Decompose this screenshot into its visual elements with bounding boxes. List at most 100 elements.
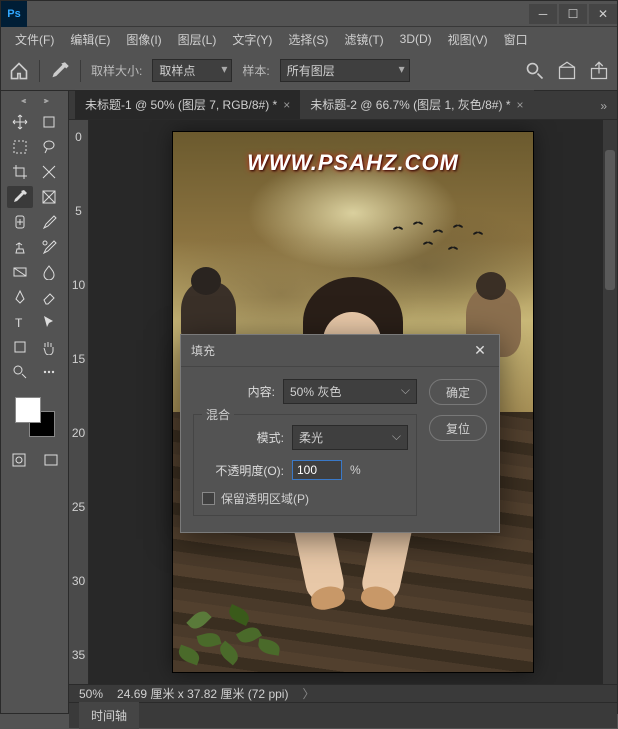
maximize-button[interactable]: ☐ <box>559 4 587 24</box>
eyedropper-tool-icon[interactable] <box>50 61 70 81</box>
tab-label: 未标题-1 @ 50% (图层 7, RGB/8#) * <box>85 96 277 113</box>
zoom-tool[interactable] <box>7 361 33 383</box>
slice-tool[interactable] <box>36 161 62 183</box>
clone-tool[interactable] <box>7 236 33 258</box>
mode-value: 柔光 <box>299 431 323 445</box>
home-icon[interactable] <box>9 61 29 81</box>
quick-mask-icon[interactable] <box>6 449 32 471</box>
eyedropper-tool[interactable] <box>7 186 33 208</box>
scrollbar-thumb[interactable] <box>605 150 615 290</box>
ruler-vertical[interactable]: 0 5 10 15 20 25 30 35 <box>69 120 89 684</box>
content-select[interactable]: 50% 灰色 <box>283 379 417 404</box>
ruler-tick: 10 <box>72 278 85 292</box>
menu-image[interactable]: 图像(I) <box>118 28 169 51</box>
brush-tool[interactable] <box>36 211 62 233</box>
opacity-input[interactable] <box>292 460 342 480</box>
ruler-tick: 15 <box>72 352 85 366</box>
color-swatches[interactable] <box>13 395 57 439</box>
options-right <box>525 61 609 81</box>
menu-edit[interactable]: 编辑(E) <box>62 28 118 51</box>
menu-view[interactable]: 视图(V) <box>440 28 496 51</box>
healing-tool[interactable] <box>7 211 33 233</box>
document-tab-2[interactable]: 未标题-2 @ 66.7% (图层 1, 灰色/8#) * × <box>300 89 533 119</box>
dialog-buttons: 确定 复位 <box>429 379 487 516</box>
mode-select[interactable]: 柔光 <box>292 425 408 450</box>
dialog-titlebar[interactable]: 填充 ✕ <box>181 335 499 367</box>
ruler-tick: 0 <box>75 130 82 144</box>
tool-grid: T <box>7 111 62 383</box>
ruler-tick: 25 <box>72 500 85 514</box>
menu-window[interactable]: 窗口 <box>496 28 536 51</box>
ruler-tick: 20 <box>72 426 85 440</box>
sample-size-select[interactable]: 取样点 <box>152 59 232 82</box>
sample-size-value: 取样点 <box>159 64 195 78</box>
window-controls: ─ ☐ ✕ <box>527 4 617 24</box>
preserve-transparency-row[interactable]: 保留透明区域(P) <box>202 490 408 507</box>
search-icon[interactable] <box>525 61 545 81</box>
birds-graphic <box>383 222 503 272</box>
panel-tabs: 时间轴 <box>69 702 617 728</box>
gradient-tool[interactable] <box>7 261 33 283</box>
foreground-swatch[interactable] <box>15 397 41 423</box>
path-select-tool[interactable] <box>36 311 62 333</box>
sample-label: 样本: <box>242 62 269 79</box>
blur-tool[interactable] <box>36 261 62 283</box>
ruler-tick: 35 <box>72 648 85 662</box>
svg-text:T: T <box>15 316 23 330</box>
close-icon[interactable]: × <box>516 98 523 112</box>
lasso-tool[interactable] <box>36 136 62 158</box>
home2-icon[interactable] <box>557 61 577 81</box>
frame-tool[interactable] <box>36 186 62 208</box>
document-tab-1[interactable]: 未标题-1 @ 50% (图层 7, RGB/8#) * × <box>75 89 300 119</box>
tab-label: 未标题-2 @ 66.7% (图层 1, 灰色/8#) * <box>310 96 510 113</box>
document-dimensions: 24.69 厘米 x 37.82 厘米 (72 ppi) <box>117 685 288 702</box>
pen-tool[interactable] <box>7 286 33 308</box>
menu-filter[interactable]: 滤镜(T) <box>336 28 391 51</box>
checkbox-icon[interactable] <box>202 492 215 505</box>
close-window-button[interactable]: ✕ <box>589 4 617 24</box>
close-icon[interactable]: × <box>283 98 290 112</box>
marquee-tool[interactable] <box>7 136 33 158</box>
fill-dialog: 填充 ✕ 内容: 50% 灰色 混合 模式: 柔光 不透明度(O): % <box>180 334 500 533</box>
sample-size-label: 取样大小: <box>91 62 142 79</box>
options-bar: 取样大小: 取样点 样本: 所有图层 <box>1 51 617 91</box>
menu-type[interactable]: 文字(Y) <box>224 28 280 51</box>
hand-tool[interactable] <box>36 336 62 358</box>
content-value: 50% 灰色 <box>290 385 341 399</box>
menu-select[interactable]: 选择(S) <box>280 28 336 51</box>
menu-file[interactable]: 文件(F) <box>7 28 62 51</box>
timeline-tab[interactable]: 时间轴 <box>79 702 139 729</box>
minimize-button[interactable]: ─ <box>529 4 557 24</box>
move-tool[interactable] <box>7 111 33 133</box>
eraser-tool[interactable] <box>36 286 62 308</box>
scrollbar-vertical[interactable] <box>603 120 617 684</box>
opacity-label: 不透明度(O): <box>202 462 292 479</box>
opacity-unit: % <box>350 463 361 477</box>
ruler-tick: 30 <box>72 574 85 588</box>
artboard-tool[interactable] <box>36 111 62 133</box>
ok-button[interactable]: 确定 <box>429 379 487 405</box>
document-tabs: 未标题-1 @ 50% (图层 7, RGB/8#) * × 未标题-2 @ 6… <box>69 91 617 119</box>
divider <box>39 60 40 82</box>
crop-tool[interactable] <box>7 161 33 183</box>
status-caret-icon[interactable]: 〉 <box>302 685 314 702</box>
content-label: 内容: <box>193 383 283 400</box>
edit-toolbar[interactable] <box>36 361 62 383</box>
zoom-level[interactable]: 50% <box>79 687 103 701</box>
tab-overflow-icon[interactable]: » <box>590 93 617 119</box>
dialog-body: 内容: 50% 灰色 混合 模式: 柔光 不透明度(O): % 保留透明区域(P… <box>181 367 499 532</box>
menu-3d[interactable]: 3D(D) <box>392 29 440 49</box>
ruler-tick: 5 <box>75 204 82 218</box>
toolbox-handle[interactable] <box>15 97 55 105</box>
menu-layer[interactable]: 图层(L) <box>170 28 225 51</box>
history-brush-tool[interactable] <box>36 236 62 258</box>
share-icon[interactable] <box>589 61 609 81</box>
sample-select[interactable]: 所有图层 <box>280 59 410 82</box>
reset-button[interactable]: 复位 <box>429 415 487 441</box>
dialog-form: 内容: 50% 灰色 混合 模式: 柔光 不透明度(O): % 保留透明区域(P… <box>193 379 417 516</box>
mode-label: 模式: <box>202 429 292 446</box>
type-tool[interactable]: T <box>7 311 33 333</box>
dialog-close-button[interactable]: ✕ <box>471 342 489 360</box>
shape-tool[interactable] <box>7 336 33 358</box>
screen-mode-icon[interactable] <box>38 449 64 471</box>
